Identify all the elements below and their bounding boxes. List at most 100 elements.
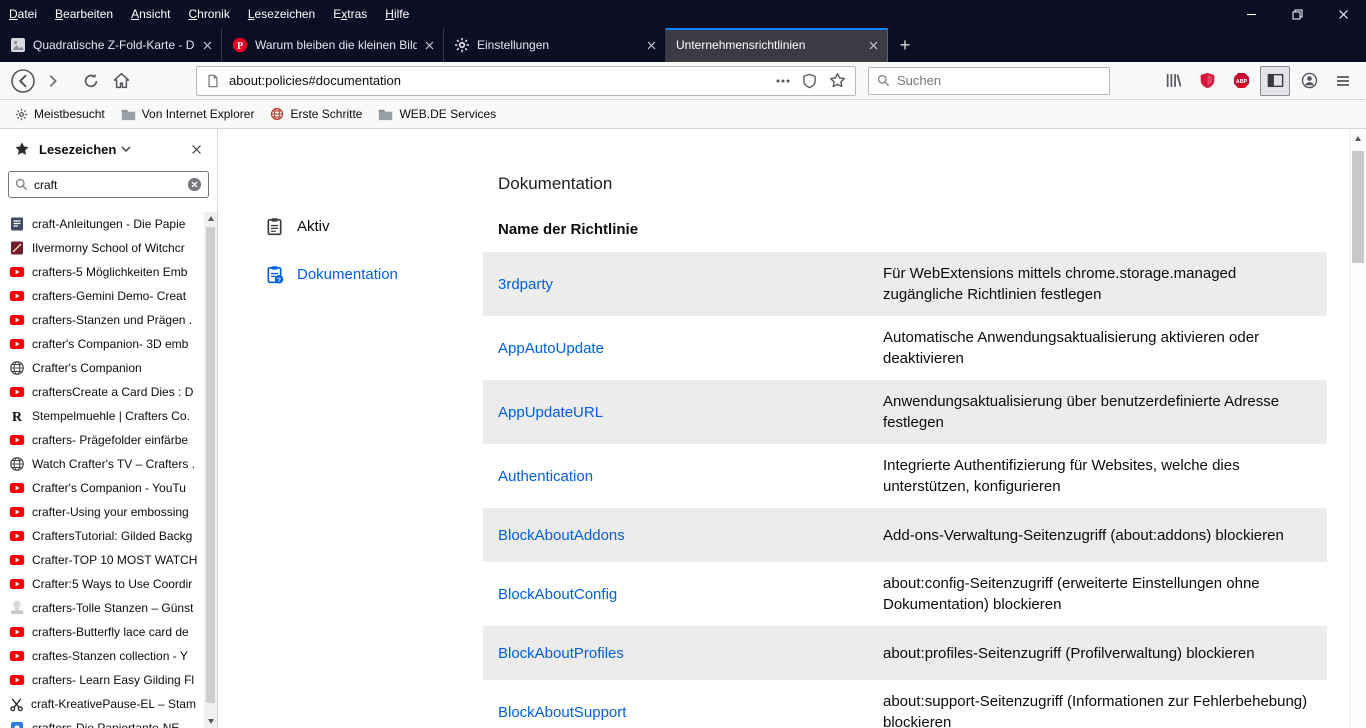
- policy-description: Add-ons-Verwaltung-Seitenzugriff (about:…: [883, 525, 1320, 546]
- bookmark-item[interactable]: crafters-Tolle Stanzen – Günst: [0, 596, 204, 620]
- menu-bar: DateiBearbeitenAnsichtChronikLesezeichen…: [0, 0, 1366, 28]
- bookmark-search-input[interactable]: [34, 178, 187, 192]
- search-input[interactable]: [897, 73, 1101, 88]
- search-bar[interactable]: [868, 67, 1110, 95]
- bookmark-item[interactable]: Crafter's Companion: [0, 356, 204, 380]
- policy-link[interactable]: BlockAboutSupport: [498, 702, 883, 723]
- menu-button[interactable]: [1328, 66, 1358, 96]
- scrollbar-thumb[interactable]: [1352, 151, 1364, 263]
- account-button[interactable]: [1294, 66, 1324, 96]
- hamburger-icon: [1335, 73, 1351, 89]
- tab[interactable]: Einstellungen: [444, 28, 666, 62]
- bookmark-item[interactable]: craftersCreate a Card Dies : D: [0, 380, 204, 404]
- tab-close-icon[interactable]: [423, 39, 436, 52]
- bookmark-item[interactable]: Crafter's Companion - YouTu: [0, 476, 204, 500]
- bookmark-item[interactable]: crafters-Butterfly lace card de: [0, 620, 204, 644]
- scroll-down-arrow[interactable]: [204, 715, 217, 728]
- restore-icon: [1292, 9, 1303, 20]
- scroll-up-arrow[interactable]: [1350, 131, 1366, 145]
- page-actions-icon[interactable]: [776, 79, 790, 83]
- scrollbar-thumb[interactable]: [206, 227, 215, 703]
- bookmark-label: Crafter:5 Ways to Use Coordir: [32, 577, 192, 591]
- forward-button[interactable]: [38, 66, 68, 96]
- bookmark-item[interactable]: Crafter-TOP 10 MOST WATCH: [0, 548, 204, 572]
- policy-link[interactable]: AppUpdateURL: [498, 402, 883, 423]
- restore-button[interactable]: [1274, 0, 1320, 28]
- search-icon: [15, 178, 28, 191]
- url-bar[interactable]: [196, 66, 856, 96]
- bookmarks-toolbar-item[interactable]: Erste Schritte: [265, 104, 367, 124]
- back-button[interactable]: [8, 66, 38, 96]
- bookmark-item[interactable]: craft-Anleitungen - Die Papie: [0, 212, 204, 236]
- menu-datei[interactable]: Datei: [0, 0, 46, 28]
- menu-lesezeichen[interactable]: Lesezeichen: [239, 0, 324, 28]
- page-nav-dokumentation[interactable]: ?Dokumentation: [265, 260, 398, 288]
- abp-button[interactable]: ABP: [1226, 66, 1256, 96]
- menu-bearbeiten[interactable]: Bearbeiten: [46, 0, 122, 28]
- url-input[interactable]: [229, 73, 776, 88]
- new-tab-button[interactable]: +: [888, 28, 922, 62]
- policy-table: 3rdpartyFür WebExtensions mittels chrome…: [483, 252, 1327, 728]
- sidebar-scrollbar[interactable]: [204, 212, 217, 728]
- clear-search-icon[interactable]: [187, 177, 202, 192]
- bookmark-item[interactable]: RStempelmuehle | Crafters Co.: [0, 404, 204, 428]
- library-button[interactable]: [1158, 66, 1188, 96]
- adblock-shield-button[interactable]: [1192, 66, 1222, 96]
- policy-link[interactable]: BlockAboutConfig: [498, 584, 883, 605]
- bookmark-label: WEB.DE Services: [399, 107, 496, 121]
- tab-close-icon[interactable]: [201, 39, 214, 52]
- tab-close-icon[interactable]: [867, 39, 880, 52]
- bookmark-item[interactable]: Watch Crafter's TV – Crafters .: [0, 452, 204, 476]
- sidebar-toggle-button[interactable]: [1260, 66, 1290, 96]
- bookmark-search-box[interactable]: [8, 171, 209, 198]
- home-button[interactable]: [106, 66, 136, 96]
- tab[interactable]: PWarum bleiben die kleinen Bild: [222, 28, 444, 62]
- bookmark-item[interactable]: crafter-Using your embossing: [0, 500, 204, 524]
- sidebar-close-button[interactable]: [186, 141, 207, 158]
- reload-button[interactable]: [76, 66, 106, 96]
- bookmarks-toolbar-item[interactable]: WEB.DE Services: [373, 104, 501, 124]
- bookmark-item[interactable]: crafters- Learn Easy Gilding Fl: [0, 668, 204, 692]
- bookmark-star-icon[interactable]: [829, 72, 846, 89]
- chevron-down-icon[interactable]: [121, 146, 131, 152]
- menu-ansicht[interactable]: Ansicht: [122, 0, 179, 28]
- bookmark-item[interactable]: crafters-Gemini Demo- Creat: [0, 284, 204, 308]
- bookmark-item[interactable]: craftes-Stanzen collection - Y: [0, 644, 204, 668]
- bookmark-label: Erste Schritte: [290, 107, 362, 121]
- tracking-protection-shield-icon[interactable]: [802, 73, 817, 89]
- minimize-button[interactable]: [1228, 0, 1274, 28]
- bookmark-item[interactable]: crafters-Die Papiertante-NE: [0, 716, 204, 728]
- bookmark-item[interactable]: crafters- Prägefolder einfärbe: [0, 428, 204, 452]
- tab[interactable]: Quadratische Z-Fold-Karte - Di: [0, 28, 222, 62]
- policy-link[interactable]: AppAutoUpdate: [498, 338, 883, 359]
- bookmarks-toolbar-item[interactable]: Meistbesucht: [10, 104, 110, 124]
- tab-close-icon[interactable]: [645, 39, 658, 52]
- menu-hilfe[interactable]: Hilfe: [376, 0, 418, 28]
- bookmark-item[interactable]: CraftersTutorial: Gilded Backg: [0, 524, 204, 548]
- scissors-icon: [9, 697, 24, 712]
- close-window-button[interactable]: [1320, 0, 1366, 28]
- svg-text:?: ?: [277, 276, 281, 283]
- policy-link[interactable]: 3rdparty: [498, 274, 883, 295]
- sidebar-header: Lesezeichen: [0, 129, 217, 169]
- bookmark-item[interactable]: craft-KreativePause-EL – Stam: [0, 692, 204, 716]
- menu-chronik[interactable]: Chronik: [179, 0, 238, 28]
- tab[interactable]: Unternehmensrichtlinien: [666, 28, 888, 62]
- bookmark-item[interactable]: crafter's Companion- 3D emb: [0, 332, 204, 356]
- scroll-up-arrow[interactable]: [204, 212, 217, 225]
- sidebar-title[interactable]: Lesezeichen: [39, 142, 116, 157]
- svg-text:ABP: ABP: [1235, 79, 1247, 85]
- bookmark-item[interactable]: crafters-Stanzen und Prägen .: [0, 308, 204, 332]
- bookmark-item[interactable]: crafters-5 Möglichkeiten Emb: [0, 260, 204, 284]
- page-scrollbar[interactable]: [1349, 129, 1366, 728]
- bookmark-item[interactable]: Ilvermorny School of Witchcr: [0, 236, 204, 260]
- menu-extras[interactable]: Extras: [324, 0, 376, 28]
- bookmarks-toolbar-item[interactable]: Von Internet Explorer: [116, 104, 260, 124]
- account-icon: [1301, 72, 1318, 89]
- blue-site-icon: [9, 720, 25, 728]
- policy-link[interactable]: BlockAboutAddons: [498, 525, 883, 546]
- bookmark-item[interactable]: Crafter:5 Ways to Use Coordir: [0, 572, 204, 596]
- page-nav-aktiv[interactable]: Aktiv: [265, 212, 398, 240]
- policy-link[interactable]: Authentication: [498, 466, 883, 487]
- policy-link[interactable]: BlockAboutProfiles: [498, 643, 883, 664]
